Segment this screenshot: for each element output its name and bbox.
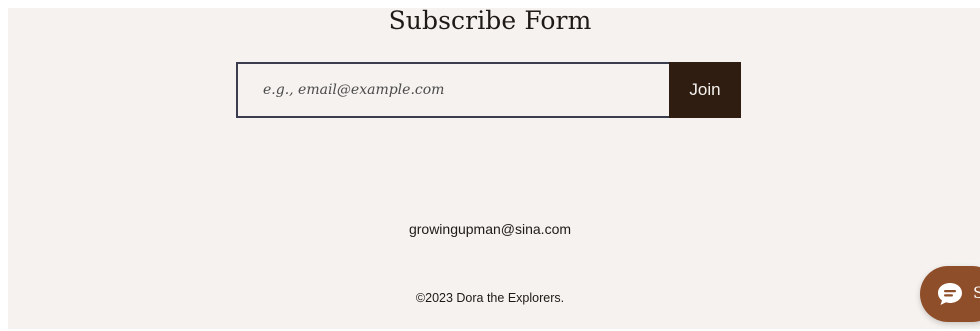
page: Subscribe Form Join growingupman@sina.co… — [0, 0, 980, 331]
chat-bubble-icon — [938, 283, 962, 305]
email-input[interactable] — [236, 62, 669, 118]
copyright-text: ©2023 Dora the Explorers. — [415, 291, 565, 305]
join-button[interactable]: Join — [669, 62, 741, 118]
subscribe-section — [8, 8, 980, 329]
subscribe-form-title: Subscribe Form — [388, 6, 592, 35]
chat-widget-label: S — [973, 283, 980, 302]
contact-email: growingupman@sina.com — [408, 221, 572, 237]
chat-widget-button[interactable]: S — [920, 266, 980, 322]
subscribe-form: Join — [236, 62, 741, 118]
